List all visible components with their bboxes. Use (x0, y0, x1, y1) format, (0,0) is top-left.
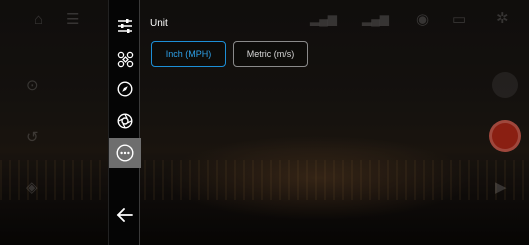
return-home-icon: ↺ (26, 129, 39, 146)
unit-option-imperial[interactable]: Inch (MPH) (151, 41, 226, 67)
menu-item-compass[interactable] (109, 74, 141, 104)
back-arrow-icon (116, 208, 133, 222)
map-icon: ◈ (26, 179, 38, 196)
unit-title: Unit (150, 18, 168, 29)
home-icon: ⌂ (34, 11, 44, 28)
camera-aperture-icon (117, 113, 133, 129)
checklist-icon: ☰ (66, 11, 80, 28)
unit-option-metric[interactable]: Metric (m/s) (233, 41, 308, 67)
takeoff-icon: ⊙ (26, 77, 39, 94)
sliders-icon (118, 19, 132, 33)
drone-icon (117, 51, 133, 67)
more-icon (116, 144, 134, 162)
compass-icon (117, 81, 133, 97)
menu-item-camera[interactable] (109, 106, 141, 136)
unit-settings-panel: Unit Inch (MPH) Metric (m/s) (140, 0, 529, 245)
menu-item-general[interactable] (109, 11, 141, 41)
menu-item-aircraft[interactable] (109, 44, 141, 74)
settings-menu (108, 0, 141, 245)
back-button[interactable] (109, 200, 141, 230)
menu-item-more[interactable] (109, 138, 141, 168)
